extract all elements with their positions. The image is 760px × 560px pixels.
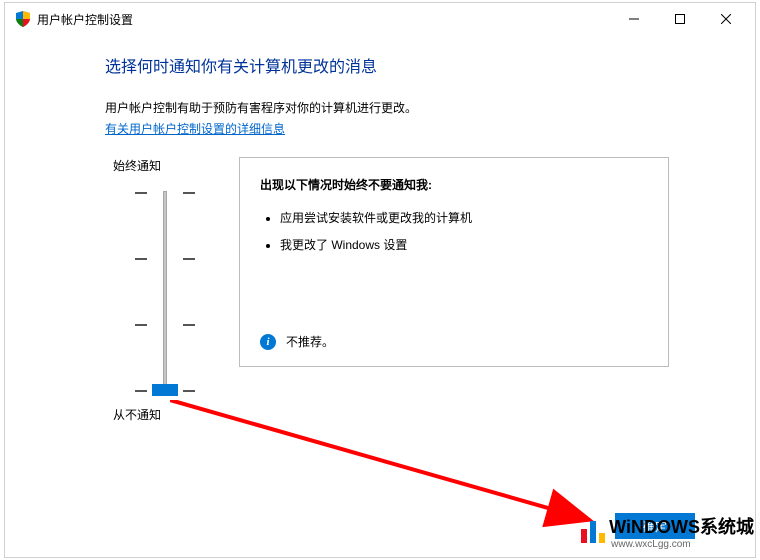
- content-area: 选择何时通知你有关计算机更改的消息 用户帐户控制有助于预防有害程序对你的计算机进…: [5, 35, 755, 423]
- minimize-button[interactable]: [611, 3, 657, 35]
- slider-label-never: 从不通知: [113, 406, 161, 423]
- recommendation: i 不推荐。: [260, 333, 334, 350]
- page-description: 用户帐户控制有助于预防有害程序对你的计算机进行更改。: [105, 99, 755, 116]
- watermark-url: www.wxcLgg.com: [611, 539, 754, 550]
- uac-window: 用户帐户控制设置 选择何时通知你有关计算机更改的消息 用户帐户控制有助于预防有害…: [4, 2, 756, 558]
- panel-heading: 出现以下情况时始终不要通知我:: [260, 176, 648, 193]
- panel-list-item: 我更改了 Windows 设置: [280, 236, 648, 253]
- learn-more-link[interactable]: 有关用户帐户控制设置的详细信息: [105, 120, 285, 137]
- maximize-button[interactable]: [657, 3, 703, 35]
- info-icon: i: [260, 334, 276, 350]
- titlebar: 用户帐户控制设置: [5, 3, 755, 35]
- slider-thumb[interactable]: [152, 384, 178, 396]
- slider-area: 始终通知 从不通知: [105, 157, 225, 423]
- recommendation-text: 不推荐。: [286, 333, 334, 350]
- notification-detail-panel: 出现以下情况时始终不要通知我: 应用尝试安装软件或更改我的计算机 我更改了 Wi…: [239, 157, 669, 367]
- panel-list: 应用尝试安装软件或更改我的计算机 我更改了 Windows 设置: [260, 209, 648, 253]
- window-title: 用户帐户控制设置: [37, 11, 133, 28]
- panel-list-item: 应用尝试安装软件或更改我的计算机: [280, 209, 648, 226]
- slider-label-always: 始终通知: [113, 157, 161, 174]
- watermark: WiNDOWS系统城 www.wxcLgg.com: [581, 513, 754, 550]
- watermark-brand: WiNDOWS系统城: [609, 513, 754, 539]
- page-heading: 选择何时通知你有关计算机更改的消息: [105, 53, 755, 77]
- shield-icon: [15, 11, 31, 27]
- close-button[interactable]: [703, 3, 749, 35]
- watermark-logo-icon: [581, 521, 605, 543]
- notification-slider[interactable]: [135, 192, 195, 392]
